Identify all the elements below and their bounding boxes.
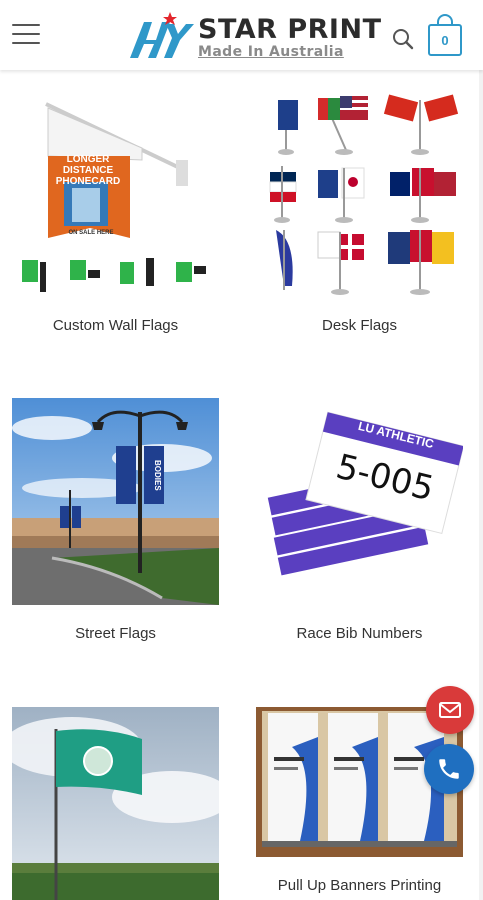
category-tile-pole-flag[interactable] (12, 707, 219, 900)
site-logo[interactable]: STAR PRINT Made In Australia (126, 8, 381, 64)
category-tile-custom-wall-flags[interactable]: LONGER DISTANCE PHONECARD ON SALE HERE C… (12, 90, 219, 334)
desk-flags-image[interactable] (256, 90, 463, 297)
custom-wall-flags-image[interactable]: LONGER DISTANCE PHONECARD ON SALE HERE (12, 90, 219, 297)
street-flags-photo (12, 398, 219, 605)
category-label[interactable]: Custom Wall Flags (12, 317, 219, 334)
pole-flag-image[interactable] (12, 707, 219, 900)
desk-flags-illustration (256, 90, 463, 297)
race-bib-numbers-image[interactable]: LU ATHLETIC 5-005 (256, 398, 463, 605)
logo-title: STAR PRINT (198, 14, 382, 45)
wall-flag-banner-text: LONGER DISTANCE PHONECARD (52, 154, 124, 187)
banner-line: LONGER (66, 154, 110, 165)
page-scrollbar[interactable] (479, 70, 483, 900)
category-tile-street-flags[interactable]: BODIES Street Flags (12, 398, 219, 642)
logo-subtitle: Made In Australia (198, 44, 344, 60)
category-tile-race-bib-numbers[interactable]: LU ATHLETIC 5-005 Race Bib Numbers (256, 398, 463, 642)
banner-footer: ON SALE HERE (68, 230, 114, 236)
street-flags-image[interactable]: BODIES (12, 398, 219, 605)
search-icon[interactable] (392, 28, 414, 50)
wall-flag-illustration (12, 90, 219, 297)
star-print-logo-mark-icon (130, 12, 194, 58)
cart-count: 0 (441, 32, 449, 48)
email-contact-button[interactable] (426, 686, 474, 734)
hamburger-menu-icon[interactable] (12, 24, 40, 46)
category-label[interactable]: Pull Up Banners Printing (256, 877, 463, 894)
phone-contact-button[interactable] (424, 744, 474, 794)
envelope-icon (439, 702, 461, 718)
site-header: STAR PRINT Made In Australia 0 (0, 0, 483, 70)
category-label[interactable]: Street Flags (12, 625, 219, 642)
banner-line: DISTANCE (62, 165, 114, 176)
category-tile-pull-up-banners[interactable]: Pull Up Banners Printing (256, 707, 463, 894)
street-banner-text: BODIES (153, 459, 162, 491)
pole-flag-photo (12, 707, 219, 900)
category-tile-desk-flags[interactable]: Desk Flags (256, 90, 463, 334)
category-label[interactable]: Desk Flags (256, 317, 463, 334)
category-label[interactable]: Race Bib Numbers (256, 625, 463, 642)
banner-line: PHONECARD (55, 176, 121, 187)
cart-button[interactable]: 0 (428, 24, 462, 56)
phone-icon (439, 759, 459, 779)
